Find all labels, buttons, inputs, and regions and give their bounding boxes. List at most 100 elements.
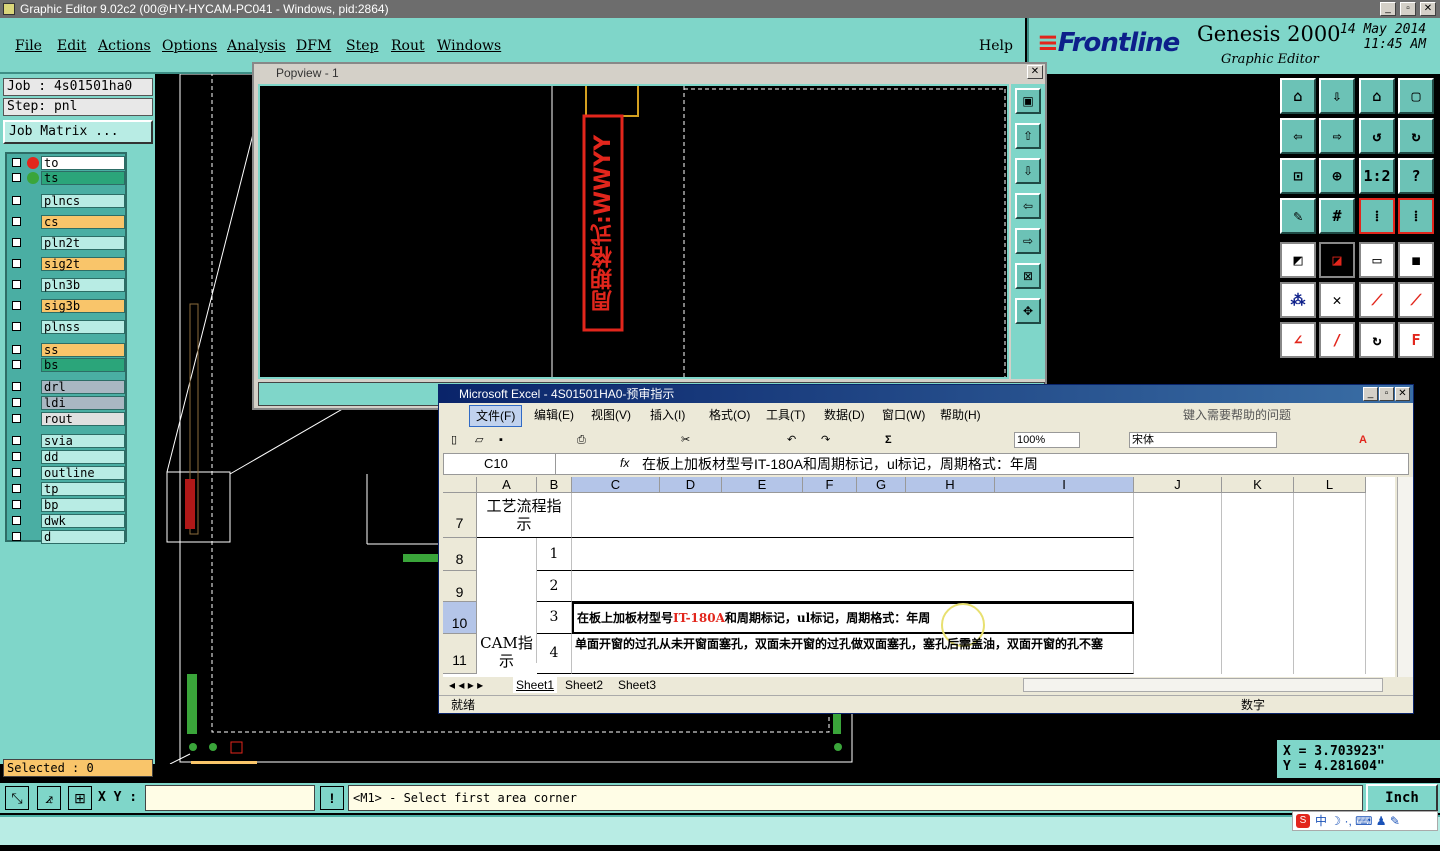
maximize-button[interactable]: ▫	[1400, 2, 1416, 16]
layer-checkbox[interactable]	[12, 398, 21, 407]
snap-icon[interactable]: ⊞	[68, 786, 92, 810]
redo-icon[interactable]: ↷	[821, 427, 830, 453]
layer-row[interactable]: svia	[9, 434, 125, 448]
cell-c11[interactable]: 单面开窗的过孔从未开窗面塞孔，双面未开窗的过孔做双面塞孔，塞孔后需盖油，双面开窗…	[572, 634, 1134, 674]
menu-analysis[interactable]: Analysis	[227, 38, 286, 54]
layer-name[interactable]: tp	[41, 482, 125, 496]
col-header[interactable]: E	[722, 477, 803, 493]
layer-name[interactable]: ldi	[41, 396, 125, 410]
autosum-icon[interactable]: Σ	[885, 427, 892, 453]
measure-icon[interactable]: ⦨	[37, 786, 61, 810]
col-header[interactable]: K	[1222, 477, 1294, 493]
col-header[interactable]: A	[477, 477, 537, 493]
layer-name[interactable]: sig2t	[41, 257, 125, 271]
layer-row[interactable]: drl	[9, 380, 125, 394]
layer-checkbox[interactable]	[12, 436, 21, 445]
col-header[interactable]: H	[906, 477, 995, 493]
pan-left-icon[interactable]: ⇦	[1280, 118, 1316, 154]
layer-row[interactable]: ts	[9, 171, 125, 185]
col-header[interactable]: J	[1134, 477, 1222, 493]
vertical-scrollbar[interactable]	[1397, 477, 1413, 677]
grid-icon[interactable]: #	[1319, 198, 1355, 234]
new-icon[interactable]: ▯	[451, 427, 457, 453]
col-header[interactable]: B	[537, 477, 572, 493]
ruler-icon[interactable]: ▭	[1359, 242, 1395, 278]
col-header[interactable]: C	[572, 477, 660, 493]
col-header[interactable]: G	[857, 477, 906, 493]
cell-l[interactable]	[1294, 493, 1366, 674]
layer-checkbox[interactable]	[12, 500, 21, 509]
excel-menu-data[interactable]: 数据(D)	[824, 405, 865, 425]
col-header[interactable]: F	[803, 477, 857, 493]
center-icon[interactable]: ⊕	[1319, 158, 1355, 194]
draw-icon[interactable]: ◪	[1319, 242, 1355, 278]
print-icon[interactable]: ⎙	[577, 427, 586, 453]
layer-name[interactable]: rout	[41, 412, 125, 426]
area-icon[interactable]: ◼	[1398, 242, 1434, 278]
layer-name[interactable]: plncs	[41, 194, 125, 208]
slash-icon[interactable]: /	[1319, 322, 1355, 358]
layer-checkbox[interactable]	[12, 196, 21, 205]
cell-c7[interactable]	[572, 493, 1134, 538]
cell-c8[interactable]	[572, 538, 1134, 571]
layer-row[interactable]: bs	[9, 358, 125, 372]
pv-zoom-icon[interactable]: ▣	[1015, 88, 1041, 114]
cell-k[interactable]	[1222, 493, 1294, 674]
corner-cell[interactable]	[443, 477, 477, 493]
layer-row[interactable]: rout	[9, 412, 125, 426]
horizontal-scrollbar[interactable]	[1023, 678, 1383, 692]
formula-input[interactable]: 在板上加板材型号IT-180A和周期标记，ul标记，周期格式：年周	[642, 454, 1038, 474]
angle-icon[interactable]: ∠	[1280, 322, 1316, 358]
pv-up-icon[interactable]: ⇧	[1015, 123, 1041, 149]
open-icon[interactable]: ▱	[475, 427, 483, 453]
layer-name[interactable]: plnss	[41, 320, 125, 334]
pv-fit-icon[interactable]: ⊠	[1015, 263, 1041, 289]
layer-name[interactable]: to	[41, 156, 125, 170]
layer-row[interactable]: dwk	[9, 514, 125, 528]
cell-c9[interactable]	[572, 571, 1134, 602]
cell-b9[interactable]: 2	[537, 571, 572, 602]
tab-sheet1[interactable]: Sheet1	[513, 677, 558, 693]
menu-options[interactable]: Options	[162, 38, 217, 54]
popview-close-button[interactable]: ✕	[1027, 65, 1043, 79]
frame-icon[interactable]: ▢	[1398, 78, 1434, 114]
font-color-icon[interactable]: A	[1359, 427, 1367, 453]
minimize-button[interactable]: _	[1380, 2, 1396, 16]
excel-menu-tools[interactable]: 工具(T)	[766, 405, 805, 425]
layer-name[interactable]: drl	[41, 380, 125, 394]
line2-icon[interactable]: ⟋	[1398, 282, 1434, 318]
redraw-icon[interactable]: ↻	[1398, 118, 1434, 154]
layer-row[interactable]: cs	[9, 215, 125, 229]
row-header[interactable]: 8	[443, 538, 477, 571]
layer-checkbox[interactable]	[12, 301, 21, 310]
excel-maximize[interactable]: ▫	[1379, 387, 1394, 401]
units-button[interactable]: Inch	[1366, 784, 1438, 812]
layer-row[interactable]: sig2t	[9, 257, 125, 271]
layer-checkbox[interactable]	[12, 259, 21, 268]
layer-row[interactable]: plncs	[9, 194, 125, 208]
layer-row[interactable]: pln2t	[9, 236, 125, 250]
cut-icon[interactable]: ✂	[681, 427, 690, 453]
layer-name[interactable]: dd	[41, 450, 125, 464]
layer-name[interactable]: dwk	[41, 514, 125, 528]
menu-rout[interactable]: Rout	[391, 38, 425, 54]
layer-row[interactable]: dd	[9, 450, 125, 464]
close-button[interactable]: ✕	[1420, 2, 1436, 16]
menu-help[interactable]: Help	[979, 38, 1013, 54]
text-icon[interactable]: F	[1398, 322, 1434, 358]
excel-close[interactable]: ✕	[1395, 387, 1410, 401]
cell-j[interactable]	[1134, 493, 1222, 674]
layer-name[interactable]: outline	[41, 466, 125, 480]
layer-name[interactable]: bs	[41, 358, 125, 372]
layer-name[interactable]: sig3b	[41, 299, 125, 313]
line-icon[interactable]: ⟋	[1359, 282, 1395, 318]
layer-checkbox[interactable]	[12, 484, 21, 493]
menu-edit[interactable]: Edit	[57, 38, 86, 54]
font-select[interactable]: 宋体	[1129, 432, 1277, 448]
layer-name[interactable]: svia	[41, 434, 125, 448]
layer-name[interactable]: ts	[41, 171, 125, 185]
layer-row[interactable]: pln3b	[9, 278, 125, 292]
col-header[interactable]: L	[1294, 477, 1366, 493]
layer-name[interactable]: pln2t	[41, 236, 125, 250]
layer-checkbox[interactable]	[12, 452, 21, 461]
